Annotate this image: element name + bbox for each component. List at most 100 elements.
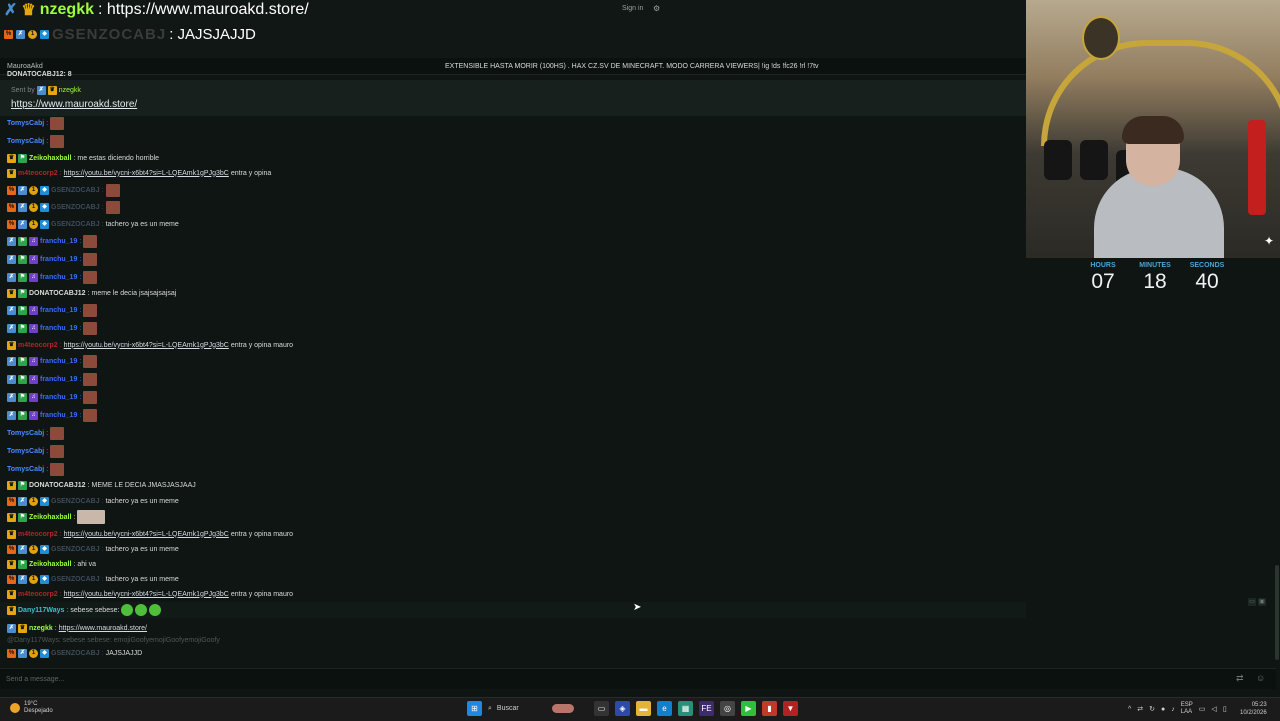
chat-username[interactable]: DONATOCABJ12: [29, 482, 86, 489]
chat-username[interactable]: GSENZOCABJ: [51, 187, 100, 194]
mod-badge-icon[interactable]: ⚑: [18, 254, 27, 264]
chat-username[interactable]: franchu_19: [40, 394, 77, 401]
sub-badge-icon[interactable]: ✗: [7, 272, 16, 282]
sub-badge-icon[interactable]: ✗: [18, 185, 27, 195]
sub-badge-icon[interactable]: ✗: [7, 254, 16, 264]
clock[interactable]: 05:23 10/2/2026: [1240, 701, 1267, 717]
chat-username[interactable]: Zeikohaxball: [29, 561, 71, 568]
artist-badge-icon[interactable]: ♫: [29, 392, 38, 402]
bits-badge-icon[interactable]: %: [7, 496, 16, 506]
chat-username[interactable]: m4teocorp2: [18, 531, 58, 538]
chat-username[interactable]: Dany117Ways: [18, 607, 64, 614]
chat-input[interactable]: [4, 671, 1218, 688]
sub-badge-icon[interactable]: ✗: [7, 323, 16, 333]
emote-picker-icon[interactable]: ☺: [1256, 673, 1265, 683]
chat-username[interactable]: GSENZOCABJ: [51, 576, 100, 583]
bits-badge-icon[interactable]: %: [7, 185, 16, 195]
sub-badge-icon[interactable]: ✗: [7, 374, 16, 384]
crown-badge-icon[interactable]: ♛: [7, 480, 16, 490]
chat-username[interactable]: franchu_19: [40, 307, 77, 314]
artist-badge-icon[interactable]: ♫: [29, 374, 38, 384]
chat-username[interactable]: TomysCabj: [7, 138, 44, 145]
translate-icon[interactable]: ⇄: [1236, 673, 1244, 684]
gift-badge-icon[interactable]: ◆: [40, 202, 49, 212]
chat-link[interactable]: https://youtu.be/vycni-x6bt4?si=L-LQEAmk…: [64, 591, 229, 598]
chat-scrollbar[interactable]: [1275, 565, 1279, 660]
battery-icon[interactable]: ▯: [1223, 705, 1227, 713]
artist-badge-icon[interactable]: ♫: [29, 236, 38, 246]
mod-badge-icon[interactable]: ⚑: [18, 153, 27, 163]
file-explorer-icon[interactable]: ▬: [636, 701, 651, 716]
crown-badge-icon[interactable]: ♛: [7, 153, 16, 163]
sub-badge-icon[interactable]: ✗: [18, 496, 27, 506]
artist-badge-icon[interactable]: ♫: [29, 272, 38, 282]
chat-username[interactable]: GSENZOCABJ: [51, 204, 100, 211]
sub-badge-icon[interactable]: ✗: [18, 574, 27, 584]
mod-badge-icon[interactable]: ⚑: [18, 374, 27, 384]
chat-username[interactable]: franchu_19: [40, 238, 77, 245]
calculator-icon[interactable]: ▦: [678, 701, 693, 716]
mod-badge-icon[interactable]: ⚑: [18, 272, 27, 282]
crown-badge-icon[interactable]: ♛: [18, 623, 27, 633]
chat-username[interactable]: Zeikohaxball: [29, 514, 71, 521]
artist-badge-icon[interactable]: ♫: [29, 323, 38, 333]
mod-badge-icon[interactable]: ⚑: [18, 410, 27, 420]
taskbar-search[interactable]: ⌕ Buscar: [488, 701, 588, 716]
sub-badge-icon[interactable]: ✗: [18, 648, 27, 658]
mod-badge-icon[interactable]: ⚑: [18, 559, 27, 569]
sub-badge-icon[interactable]: ✗: [7, 410, 16, 420]
chat-username[interactable]: franchu_19: [40, 358, 77, 365]
mod-badge-icon[interactable]: ⚑: [18, 288, 27, 298]
mod-badge-icon[interactable]: ⚑: [18, 236, 27, 246]
crown-badge-icon[interactable]: ♛: [7, 559, 16, 569]
copilot-icon[interactable]: ◈: [615, 701, 630, 716]
sub-badge-icon[interactable]: ✗: [18, 544, 27, 554]
crown-badge-icon[interactable]: ♛: [7, 168, 16, 178]
chat-username[interactable]: m4teocorp2: [18, 170, 58, 177]
founder-badge-icon[interactable]: 1: [29, 648, 38, 658]
chevron-up-icon[interactable]: ^: [1128, 706, 1131, 713]
crown-badge-icon[interactable]: ♛: [7, 288, 16, 298]
bits-badge-icon[interactable]: %: [7, 574, 16, 584]
bits-badge-icon[interactable]: %: [7, 219, 16, 229]
founder-badge-icon[interactable]: 1: [29, 219, 38, 229]
chat-username[interactable]: GSENZOCABJ: [51, 221, 100, 228]
mod-badge-icon[interactable]: ⚑: [18, 512, 27, 522]
bits-badge-icon[interactable]: %: [7, 648, 16, 658]
edge-icon[interactable]: e: [657, 701, 672, 716]
crown-badge-icon[interactable]: ♛: [7, 512, 16, 522]
security-icon[interactable]: ●: [1161, 706, 1165, 713]
founder-badge-icon[interactable]: 1: [29, 202, 38, 212]
chat-link[interactable]: https://youtu.be/vycni-x6bt4?si=L-LQEAmk…: [64, 531, 229, 538]
network-icon[interactable]: ⇄: [1137, 705, 1143, 713]
gift-badge-icon[interactable]: ◆: [40, 219, 49, 229]
founder-badge-icon[interactable]: 1: [29, 544, 38, 554]
volume-icon[interactable]: ◁: [1211, 705, 1216, 713]
chat-username[interactable]: GSENZOCABJ: [51, 498, 100, 505]
pause-icon[interactable]: ▭: [1248, 598, 1256, 606]
gift-badge-icon[interactable]: ◆: [40, 648, 49, 658]
chat-username[interactable]: franchu_19: [40, 325, 77, 332]
microphone-icon[interactable]: ♪: [1171, 706, 1175, 713]
bits-badge-icon[interactable]: %: [7, 202, 16, 212]
brave-icon[interactable]: ▼: [783, 701, 798, 716]
artist-badge-icon[interactable]: ♫: [29, 410, 38, 420]
crown-badge-icon[interactable]: ♛: [7, 605, 16, 615]
chat-username[interactable]: GSENZOCABJ: [51, 650, 100, 657]
gift-badge-icon[interactable]: ◆: [40, 185, 49, 195]
mod-badge-icon[interactable]: ⚑: [18, 356, 27, 366]
gift-badge-icon[interactable]: ◆: [40, 496, 49, 506]
founder-badge-icon[interactable]: 1: [29, 185, 38, 195]
chat-link[interactable]: https://youtu.be/vycni-x6bt4?si=L-LQEAmk…: [64, 170, 229, 177]
chat-username[interactable]: TomysCabj: [7, 430, 44, 437]
chat-username[interactable]: TomysCabj: [7, 120, 44, 127]
chat-username[interactable]: franchu_19: [40, 376, 77, 383]
sub-badge-icon[interactable]: ✗: [7, 392, 16, 402]
gift-badge-icon[interactable]: ◆: [40, 574, 49, 584]
chat-username[interactable]: TomysCabj: [7, 448, 44, 455]
gift-badge-icon[interactable]: ◆: [40, 544, 49, 554]
sub-badge-icon[interactable]: ✗: [7, 305, 16, 315]
chat-username[interactable]: m4teocorp2: [18, 342, 58, 349]
chat-username[interactable]: nzegkk: [29, 625, 53, 632]
monitor-icon[interactable]: ▭: [1199, 705, 1206, 713]
